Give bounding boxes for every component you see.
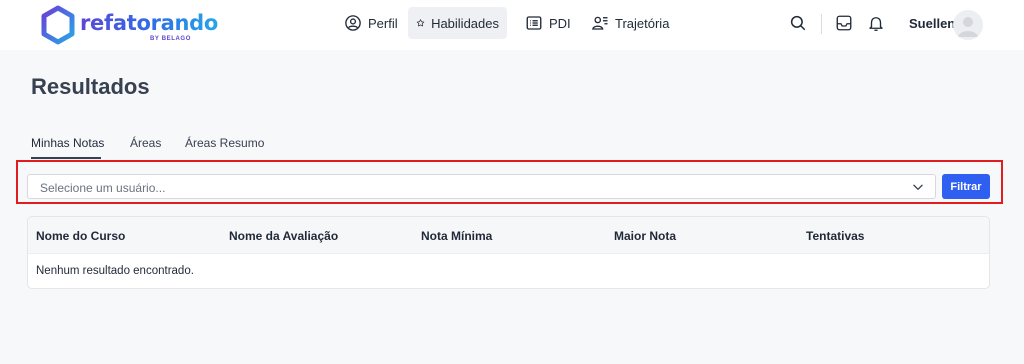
avatar[interactable] [953,10,983,40]
hexagon-logo-icon [41,5,75,45]
search-button[interactable] [787,12,809,34]
notifications-button[interactable] [865,12,887,34]
inbox-button[interactable] [833,12,855,34]
list-icon [526,16,542,30]
user-avatar-icon [958,17,978,37]
top-navigation-bar: refatorando BY BELAGO Perfil Habilidades… [0,0,1024,50]
column-header[interactable]: Nome do Curso [36,229,125,243]
column-header[interactable]: Nome da Avaliação [229,229,338,243]
bell-icon [869,17,883,31]
user-select[interactable]: Selecione um usuário... [27,174,936,199]
user-select-placeholder: Selecione um usuário... [40,181,166,195]
nav-item-label: Perfil [368,15,398,31]
user-circle-icon [345,15,361,31]
filter-button[interactable]: Filtrar [942,174,990,199]
nav-item-habilidades[interactable]: Habilidades [408,7,507,39]
page-title: Resultados [31,74,150,99]
nav-item-label: Habilidades [431,15,499,31]
tab-areas[interactable]: Áreas [130,136,161,150]
user-name[interactable]: Suellen [909,16,955,31]
tab-areas-resumo[interactable]: Áreas Resumo [185,136,264,150]
results-table: Nome do Curso Nome da Avaliação Nota Mín… [27,216,990,289]
inbox-icon [836,15,852,31]
column-header[interactable]: Tentativas [806,229,864,243]
tab-minhas-notas[interactable]: Minhas Notas [31,136,104,150]
column-header[interactable]: Maior Nota [614,229,676,243]
nav-item-perfil[interactable]: Perfil [336,7,406,39]
nav-item-pdi[interactable]: PDI [517,7,579,39]
brand-logo[interactable]: refatorando BY BELAGO [40,4,218,46]
user-list-icon [592,16,608,30]
nav-item-label: Trajetória [615,15,670,31]
column-header[interactable]: Nota Mínima [421,229,492,243]
brand-tagline: BY BELAGO [150,36,191,42]
nav-item-label: PDI [549,15,571,31]
chevron-down-icon [913,184,923,190]
search-icon [790,15,806,31]
table-header: Nome do Curso Nome da Avaliação Nota Mín… [28,217,989,254]
star-icon [416,19,425,27]
active-tab-indicator [31,157,101,159]
header-divider [821,14,822,34]
nav-item-trajetoria[interactable]: Trajetória [583,7,677,39]
brand-name: refatorando [80,11,219,35]
empty-state-message: Nenhum resultado encontrado. [36,265,194,277]
